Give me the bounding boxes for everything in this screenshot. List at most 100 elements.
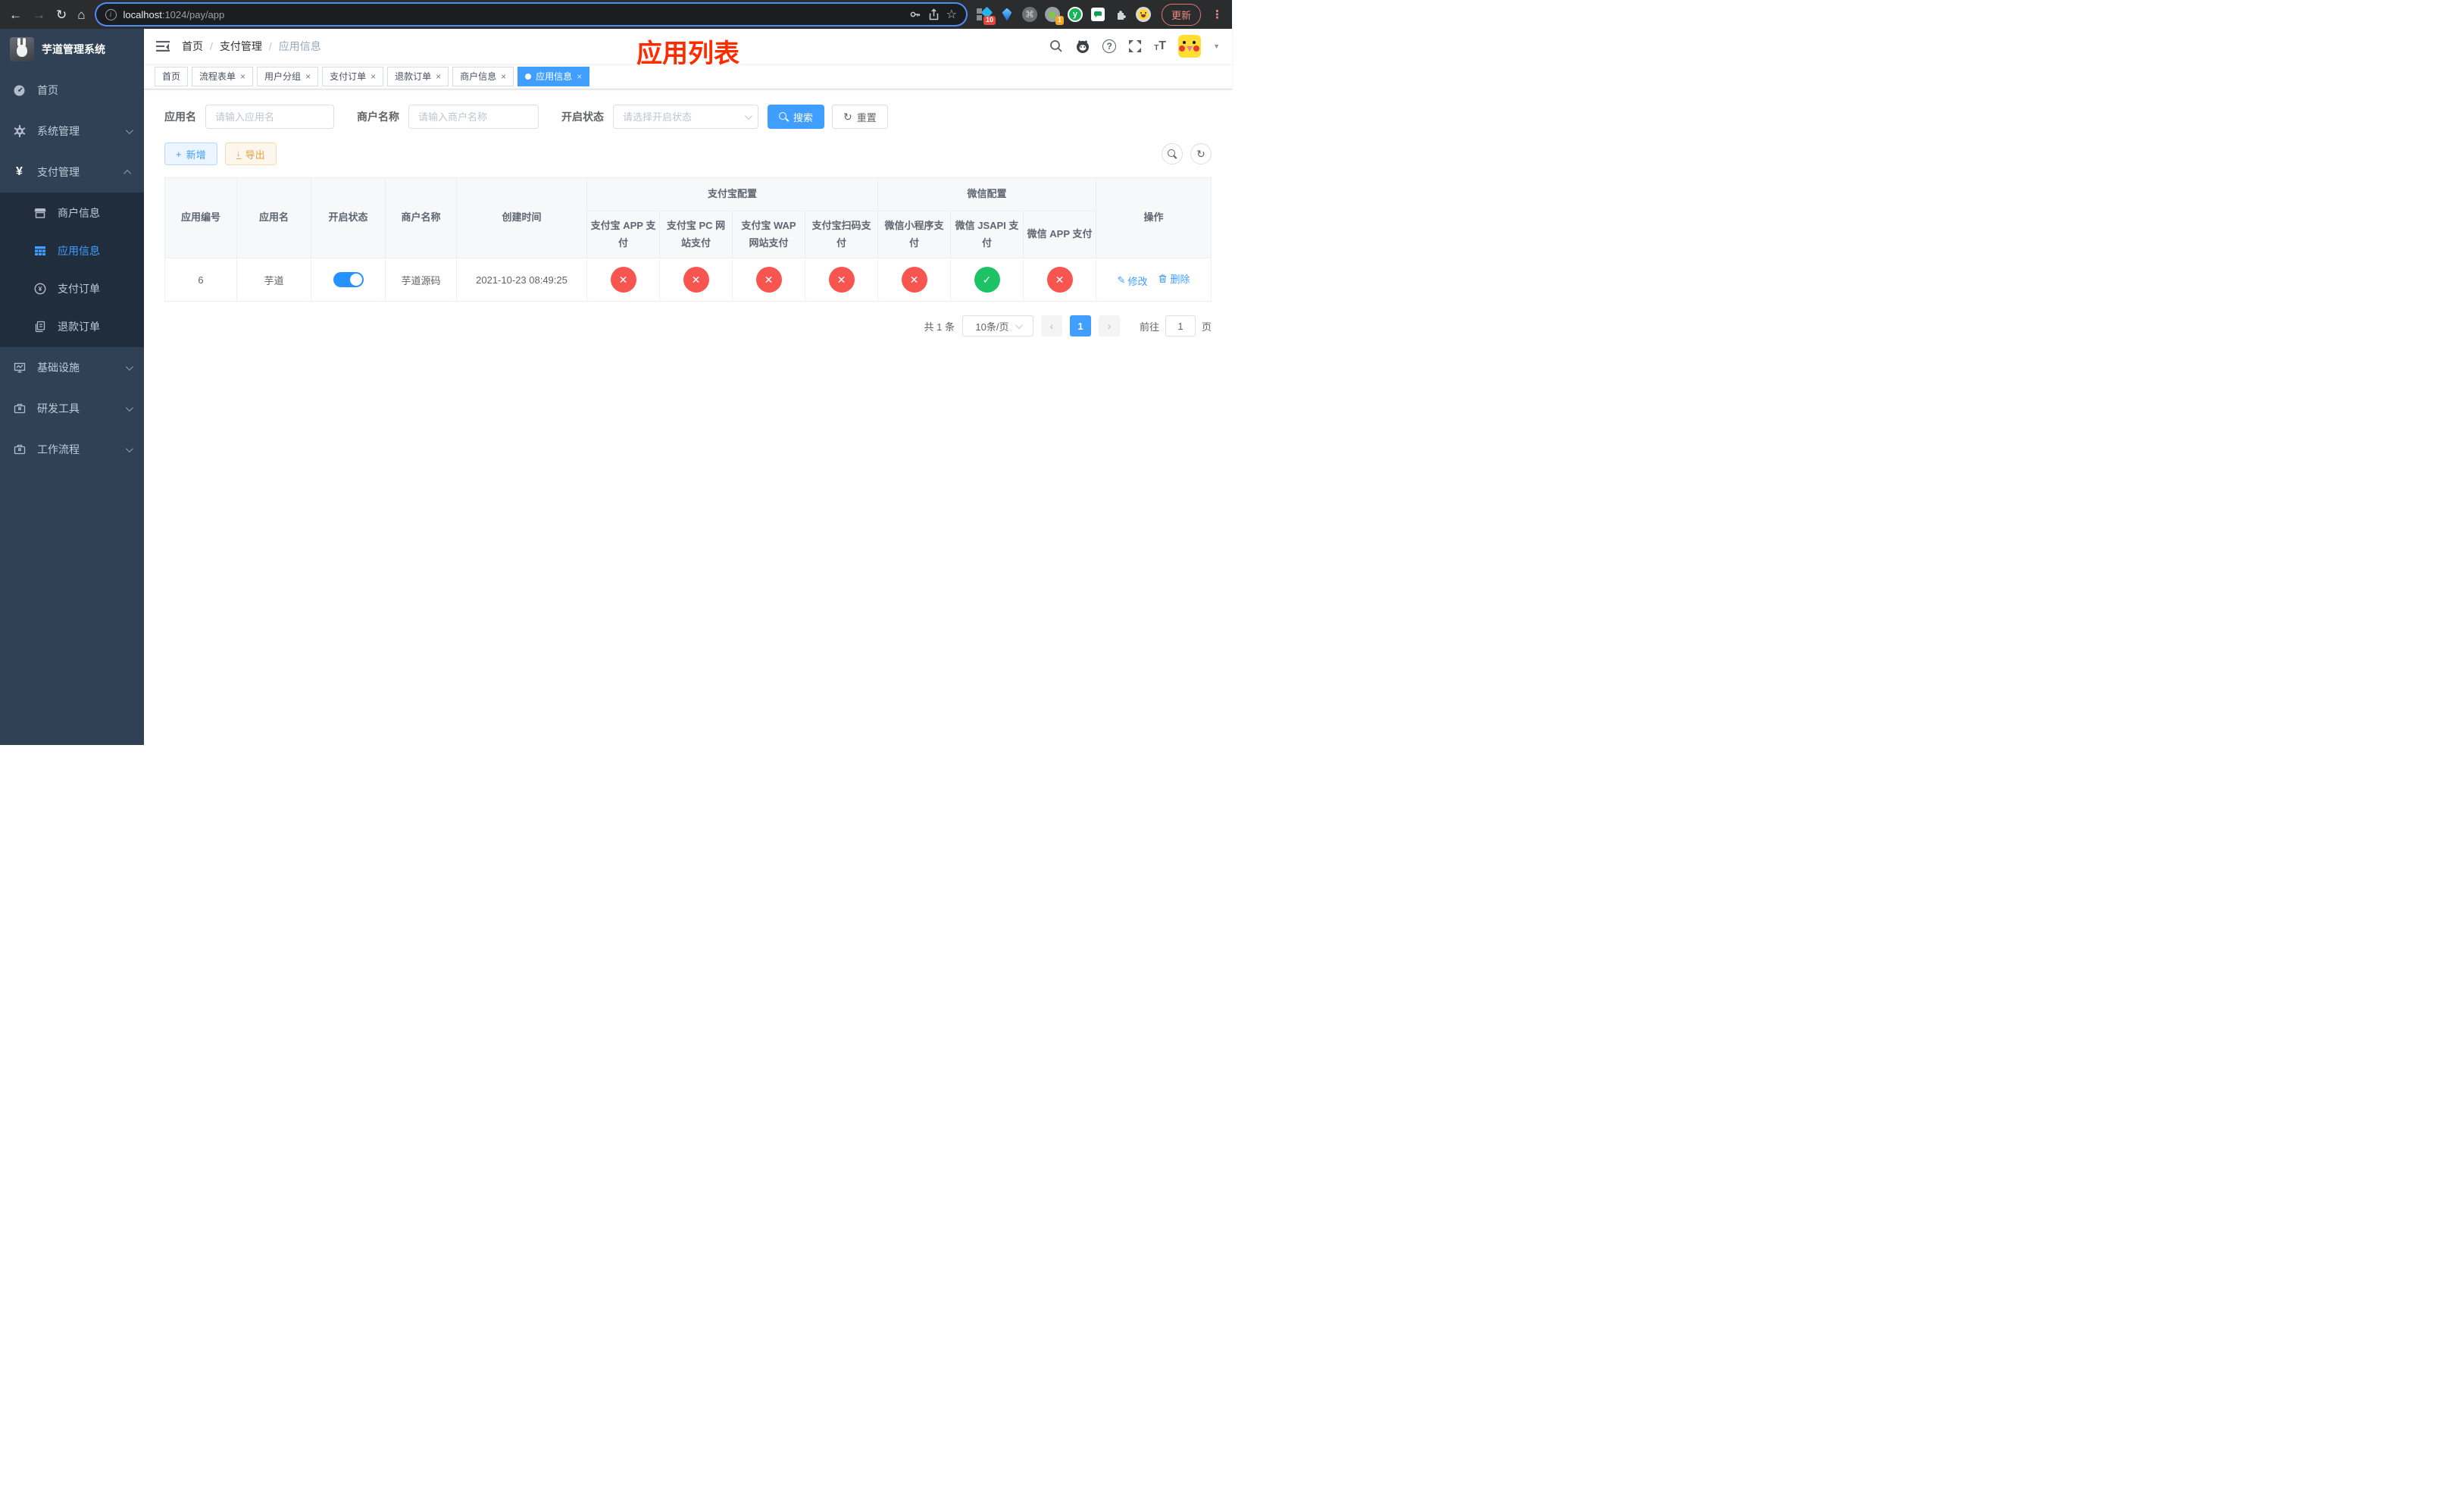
prev-page-button[interactable]: ‹ bbox=[1040, 315, 1062, 337]
sidebar-item-app-info[interactable]: 应用信息 bbox=[0, 232, 144, 270]
toggle-search-button[interactable] bbox=[1162, 143, 1183, 164]
sidebar: 芋道管理系统 首页 系统管理 ¥ 支付管理 商户信息 应用信息 ¥ 支付订单 退… bbox=[0, 29, 144, 745]
gear-icon bbox=[13, 125, 26, 138]
monitor-chart-icon bbox=[13, 362, 26, 374]
sidebar-item-label: 支付订单 bbox=[58, 283, 100, 295]
sidebar-item-home[interactable]: 首页 bbox=[0, 70, 144, 111]
close-icon[interactable]: × bbox=[371, 72, 376, 81]
col-group-alipay: 支付宝配置 bbox=[586, 177, 879, 211]
close-icon[interactable]: × bbox=[240, 72, 245, 81]
site-info-icon[interactable]: i bbox=[105, 8, 117, 20]
ext-proxy-icon[interactable]: 1 bbox=[1044, 7, 1064, 25]
ext-smiley-icon[interactable] bbox=[1135, 7, 1151, 22]
tab-user-group[interactable]: 用户分组 × bbox=[257, 66, 319, 86]
search-button[interactable]: 搜索 bbox=[768, 105, 825, 129]
close-icon[interactable]: × bbox=[436, 72, 441, 81]
col-enable-status: 开启状态 bbox=[311, 177, 386, 258]
ext-gem-icon[interactable] bbox=[999, 7, 1015, 22]
reload-icon[interactable]: ↻ bbox=[56, 8, 67, 21]
sidebar-item-pay-order[interactable]: ¥ 支付订单 bbox=[0, 270, 144, 308]
sidebar-item-label: 工作流程 bbox=[37, 443, 80, 455]
breadcrumb-home[interactable]: 首页 bbox=[182, 39, 203, 54]
add-button[interactable]: + 新增 bbox=[164, 142, 217, 165]
tab-process-form[interactable]: 流程表单 × bbox=[192, 66, 254, 86]
edit-button[interactable]: ✎ 修改 bbox=[1118, 274, 1148, 288]
forward-icon[interactable]: → bbox=[33, 8, 45, 21]
app-logo[interactable]: 芋道管理系统 bbox=[0, 29, 144, 70]
address-bar[interactable]: i localhost:1024/pay/app ☆ bbox=[95, 4, 966, 25]
delete-button[interactable]: 删除 bbox=[1158, 271, 1190, 286]
extensions-puzzle-icon[interactable] bbox=[1113, 7, 1128, 22]
tab-app-info[interactable]: 应用信息 × bbox=[518, 66, 590, 86]
col-alipay-wap: 支付宝 WAP 网站支付 bbox=[732, 211, 805, 258]
avatar-caret-icon[interactable]: ▼ bbox=[1213, 42, 1220, 50]
sidebar-item-workflow[interactable]: 工作流程 bbox=[0, 429, 144, 470]
app-table: 应用编号 应用名 开启状态 商户名称 创建时间 支付宝配置 微信配置 操作 支付… bbox=[164, 177, 1212, 302]
page-1-button[interactable]: 1 bbox=[1069, 315, 1091, 337]
header-search-icon[interactable] bbox=[1049, 39, 1063, 53]
reset-button[interactable]: ↻ 重置 bbox=[832, 105, 888, 129]
tab-refund-order[interactable]: 退款订单 × bbox=[387, 66, 449, 86]
tab-home[interactable]: 首页 bbox=[155, 66, 189, 86]
goto-page-input[interactable] bbox=[1165, 315, 1196, 337]
col-merchant: 商户名称 bbox=[385, 177, 457, 258]
next-page-button[interactable]: › bbox=[1098, 315, 1120, 337]
home-icon[interactable]: ⌂ bbox=[77, 8, 85, 21]
breadcrumb-pay[interactable]: 支付管理 bbox=[220, 39, 262, 54]
alipay-scan-status-icon: ✕ bbox=[828, 267, 855, 293]
ext-chat-icon[interactable] bbox=[1090, 7, 1105, 22]
col-alipay-pc: 支付宝 PC 网站支付 bbox=[659, 211, 733, 258]
enabled-switch[interactable] bbox=[333, 272, 364, 287]
url-text[interactable]: localhost:1024/pay/app bbox=[124, 9, 902, 20]
goto-label: 前往 bbox=[1139, 321, 1159, 333]
sidebar-item-pay[interactable]: ¥ 支付管理 bbox=[0, 152, 144, 193]
refresh-table-button[interactable]: ↻ bbox=[1190, 143, 1212, 164]
tab-pay-order[interactable]: 支付订单 × bbox=[322, 66, 384, 86]
share-icon[interactable] bbox=[928, 8, 940, 20]
sidebar-item-dev-tools[interactable]: 研发工具 bbox=[0, 388, 144, 429]
wechat-mini-status-icon: ✕ bbox=[901, 267, 927, 293]
browser-update-button[interactable]: 更新 bbox=[1161, 3, 1201, 26]
export-button[interactable]: ↓ 导出 bbox=[224, 142, 277, 165]
github-icon[interactable] bbox=[1075, 39, 1090, 54]
back-icon[interactable]: ← bbox=[9, 8, 22, 21]
sidebar-item-infra[interactable]: 基础设施 bbox=[0, 347, 144, 388]
font-size-icon[interactable]: TT bbox=[1154, 40, 1166, 52]
enable-status-value[interactable] bbox=[613, 105, 758, 129]
page-size-select[interactable]: 10条/页 bbox=[962, 315, 1033, 337]
sidebar-item-system[interactable]: 系统管理 bbox=[0, 111, 144, 152]
app-name-input[interactable] bbox=[205, 105, 334, 129]
close-icon[interactable]: × bbox=[577, 72, 582, 81]
col-alipay-scan: 支付宝扫码支付 bbox=[804, 211, 879, 258]
password-key-icon[interactable] bbox=[909, 8, 921, 20]
breadcrumb: 首页 / 支付管理 / 应用信息 bbox=[182, 39, 321, 54]
page-unit-label: 页 bbox=[1201, 321, 1212, 333]
ext-command-icon[interactable]: ⌘ bbox=[1021, 7, 1037, 22]
sidebar-item-merchant[interactable]: 商户信息 bbox=[0, 194, 144, 232]
shop-icon bbox=[33, 207, 46, 220]
cell-app-id: 6 bbox=[164, 258, 237, 302]
pay-submenu: 商户信息 应用信息 ¥ 支付订单 退款订单 bbox=[0, 193, 144, 347]
documents-icon bbox=[33, 321, 46, 333]
alipay-app-status-icon: ✕ bbox=[610, 267, 636, 293]
help-icon[interactable]: ? bbox=[1102, 39, 1117, 53]
table-row: 6 芋道 芋道源码 2021-10-23 08:49:25 ✕ ✕ ✕ ✕ ✕ … bbox=[164, 258, 1212, 302]
close-icon[interactable]: × bbox=[501, 72, 506, 81]
bookmark-star-icon[interactable]: ☆ bbox=[946, 7, 957, 22]
fullscreen-icon[interactable] bbox=[1128, 39, 1142, 53]
enable-status-select[interactable] bbox=[613, 105, 758, 129]
chevron-down-icon bbox=[125, 403, 133, 412]
cell-created: 2021-10-23 08:49:25 bbox=[456, 258, 587, 302]
ext-pinned-icon[interactable]: 10 bbox=[976, 6, 996, 25]
hamburger-icon[interactable] bbox=[156, 40, 170, 52]
tab-merchant-info[interactable]: 商户信息 × bbox=[452, 66, 514, 86]
total-count: 共 1 条 bbox=[924, 321, 955, 333]
browser-menu-icon[interactable]: ⋮ bbox=[1212, 8, 1223, 21]
active-dot bbox=[525, 73, 532, 80]
ext-y-icon[interactable]: y bbox=[1067, 7, 1083, 22]
merchant-name-input[interactable] bbox=[408, 105, 539, 129]
user-avatar[interactable] bbox=[1178, 35, 1202, 58]
sidebar-item-refund-order[interactable]: 退款订单 bbox=[0, 308, 144, 346]
close-icon[interactable]: × bbox=[305, 72, 311, 81]
sidebar-item-label: 研发工具 bbox=[37, 402, 80, 415]
